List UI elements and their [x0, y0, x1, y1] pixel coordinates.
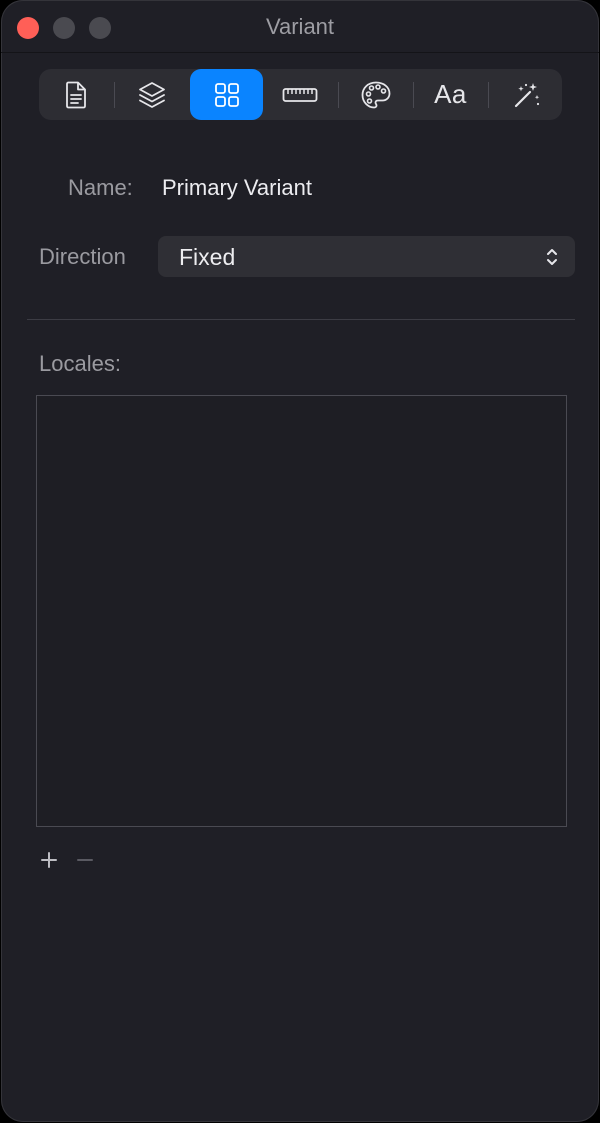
palette-icon — [361, 81, 390, 108]
inspector-window: Variant Aa Name: Primary Variant Directi… — [1, 0, 599, 1122]
direction-select-value: Fixed — [179, 244, 236, 270]
locales-list[interactable] — [36, 395, 567, 827]
remove-locale-button[interactable] — [71, 846, 99, 874]
plus-icon — [41, 852, 57, 868]
add-locale-button[interactable] — [35, 846, 63, 874]
inspector-toolbar: Aa — [39, 69, 562, 120]
toolbar-ruler-button[interactable] — [263, 69, 336, 120]
typography-label: Aa — [434, 79, 467, 109]
ruler-icon — [282, 87, 317, 102]
locales-label: Locales: — [39, 351, 121, 376]
toolbar-palette-button[interactable] — [339, 69, 412, 120]
up-down-chevron-icon — [547, 249, 557, 265]
direction-label: Direction — [39, 244, 126, 269]
grid-icon — [214, 82, 239, 107]
magic-wand-icon — [514, 82, 539, 107]
toolbar-document-button[interactable] — [39, 69, 112, 120]
toolbar-layers-button[interactable] — [115, 69, 188, 120]
name-value[interactable]: Primary Variant — [162, 175, 312, 201]
name-label: Name: — [68, 175, 133, 200]
toolbar-grid-button[interactable] — [190, 69, 263, 120]
toolbar-typography-button[interactable]: Aa — [414, 69, 487, 120]
toolbar-effects-button[interactable] — [489, 69, 562, 120]
section-divider — [27, 319, 575, 320]
document-icon — [65, 81, 86, 108]
window-title: Variant — [265, 14, 335, 39]
minus-icon — [77, 859, 93, 861]
title-bar[interactable]: Variant — [1, 0, 599, 53]
direction-select[interactable]: Fixed — [158, 236, 575, 277]
layers-stack-icon — [138, 81, 165, 108]
